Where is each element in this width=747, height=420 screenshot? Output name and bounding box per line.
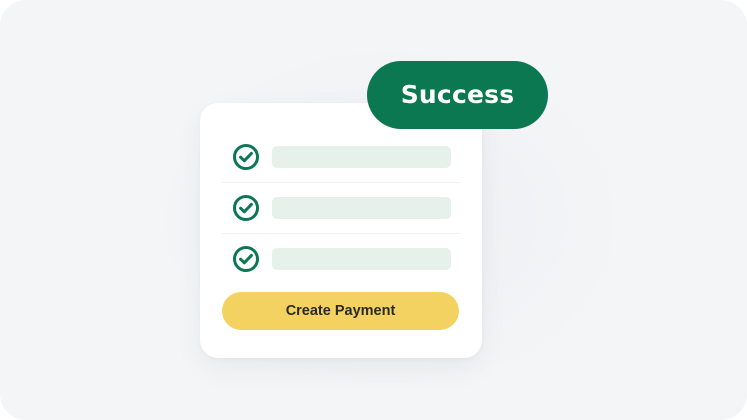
check-circle-icon <box>232 245 260 273</box>
payment-card: Create Payment <box>200 103 482 358</box>
placeholder-text-bar <box>272 146 451 168</box>
checklist-item <box>222 194 460 234</box>
row-divider <box>222 182 460 183</box>
checklist-item <box>222 245 460 285</box>
check-circle-icon <box>232 194 260 222</box>
success-badge: Success <box>367 61 548 129</box>
illustration-canvas: Create Payment Success <box>0 0 747 420</box>
checklist-item <box>222 143 460 183</box>
placeholder-text-bar <box>272 248 451 270</box>
placeholder-text-bar <box>272 197 451 219</box>
check-circle-icon <box>232 143 260 171</box>
row-divider <box>222 233 460 234</box>
create-payment-button[interactable]: Create Payment <box>222 292 459 330</box>
